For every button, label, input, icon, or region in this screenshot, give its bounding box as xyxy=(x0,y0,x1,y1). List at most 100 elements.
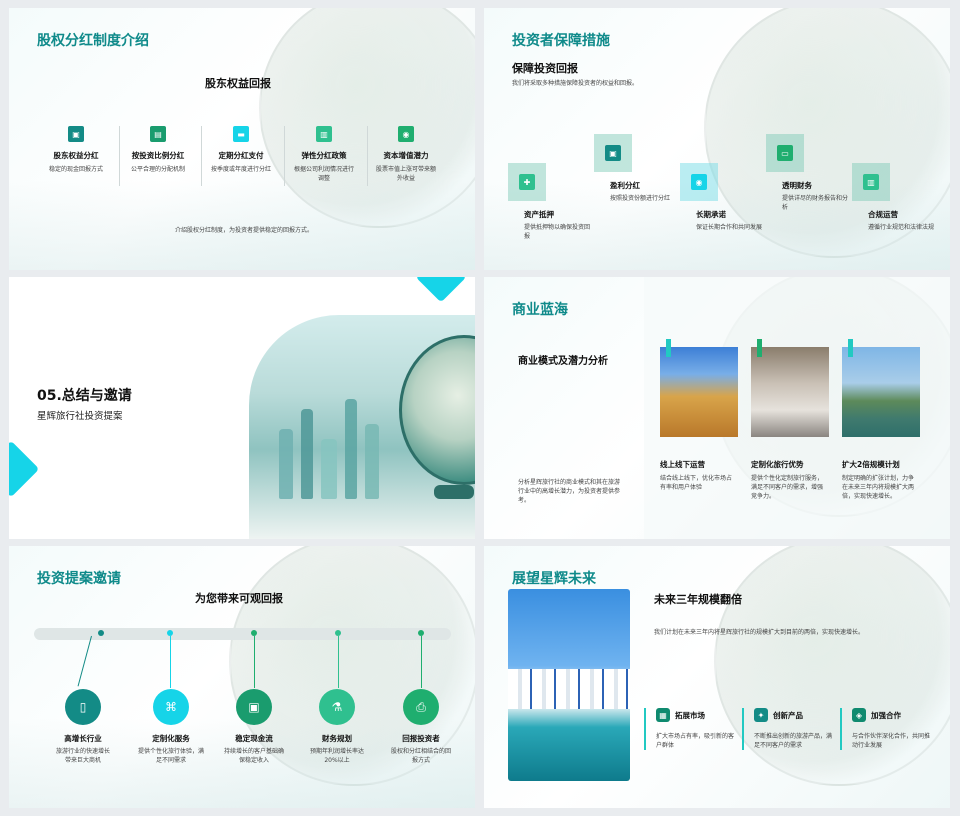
desert-photo xyxy=(660,347,738,437)
plan-item: ◈ 加强合作 与合作伙伴深化合作，共同推动行业发展 xyxy=(840,708,932,750)
slide-investor-protection[interactable]: 投资者保障措施 保障投资回报 我们将采取多种措施保障投资者的权益和回报。 ✚ 资… xyxy=(484,8,950,270)
bottle-shape xyxy=(345,399,357,499)
item-title: 弹性分红政策 xyxy=(301,151,347,160)
section-subtitle: 星辉旅行社投资提案 xyxy=(37,411,123,422)
accent-bar xyxy=(666,339,671,357)
item-desc: 遵循行业规范和法律法规 xyxy=(868,224,935,231)
card-tile: ✚ xyxy=(508,163,546,201)
item-title: 创新产品 xyxy=(773,710,803,720)
item-desc: 持续增长的客户基础确保稳定收入 xyxy=(223,748,284,764)
slide-future-outlook[interactable]: 展望星辉未来 未来三年规模翻倍 我们计划在未来三年内将星辉旅行社的规模扩大到目前… xyxy=(484,546,950,808)
item-desc: 提供抵押物以确保投资回报 xyxy=(524,224,591,240)
item-desc: 提供详尽的财务报告和分析 xyxy=(782,195,849,211)
item-title: 加强合作 xyxy=(871,710,901,720)
item-desc: 根据公司利润情况进行调整 xyxy=(293,166,354,182)
slide-title: 股权分红制度介绍 xyxy=(37,33,149,49)
slide-summary-section[interactable]: 05.总结与邀请 星辉旅行社投资提案 xyxy=(9,277,475,539)
slide-title: 商业蓝海 xyxy=(512,302,568,318)
item-desc: 扩大市场占有率，吸引新的客户群体 xyxy=(656,733,735,749)
slide-investment-invitation[interactable]: 投资提案邀请 为您带来可观回报 ▯ 高增长行业 旅游行业的快速增长带来巨大商机 … xyxy=(9,546,475,808)
dividend-item: ▬ 定期分红支付 按季度或年度进行分红 xyxy=(200,126,282,174)
item-title: 盈利分红 xyxy=(610,181,640,190)
card-icon: ▬ xyxy=(233,126,249,142)
protection-card: ◉ 长期承诺 保证长期合作和共同发展 xyxy=(680,163,768,232)
dividend-item: ▥ 弹性分红政策 根据公司利润情况进行调整 xyxy=(283,126,365,183)
slide-subtitle: 股东权益回报 xyxy=(205,77,271,90)
item-title: 透明财务 xyxy=(782,181,812,190)
item-desc: 按季度或年度进行分红 xyxy=(210,166,271,173)
wallet-icon: ▤ xyxy=(150,126,166,142)
item-title: 线上线下运营 xyxy=(660,460,705,469)
item-title: 合规运营 xyxy=(868,210,898,219)
slide-title: 展望星辉未来 xyxy=(512,571,596,587)
location-icon: ◉ xyxy=(398,126,414,142)
protection-card: ▭ 透明财务 提供详尽的财务报告和分析 xyxy=(766,134,854,212)
flask-icon: ⚗ xyxy=(319,689,355,725)
chart-icon: ▥ xyxy=(316,126,332,142)
dividend-item: ▤ 按投资比例分红 公平合理的分配机制 xyxy=(117,126,199,174)
item-title: 高增长行业 xyxy=(64,734,102,743)
protection-card: ✚ 资产抵押 提供抵押物以确保投资回报 xyxy=(508,163,596,241)
benefit-item: ▯ 高增长行业 旅游行业的快速增长带来巨大商机 xyxy=(47,689,119,765)
benefit-item: ⌘ 定制化服务 提供个性化旅行体验，满足不同需求 xyxy=(135,689,207,765)
teal-shape-top xyxy=(415,277,467,303)
item-desc: 与合作伙伴深化合作，共同推动行业发展 xyxy=(852,733,931,749)
item-title: 稳定现金流 xyxy=(235,734,273,743)
pagoda-photo xyxy=(842,347,920,437)
item-desc: 按照投资份额进行分红 xyxy=(610,195,671,202)
image-icon: ▣ xyxy=(68,126,84,142)
item-desc: 公平合理的分配机制 xyxy=(130,166,185,173)
slide-subtitle: 未来三年规模翻倍 xyxy=(654,593,742,606)
item-desc: 提供个性化旅行体验，满足不同需求 xyxy=(137,748,204,764)
item-desc: 保证长期合作和共同发展 xyxy=(696,224,763,231)
bulb-icon: ✦ xyxy=(754,708,768,722)
item-desc: 股票市值上涨可带来额外收益 xyxy=(375,166,436,182)
slide-dividend-policy[interactable]: 股权分红制度介绍 股东权益回报 ▣ 股东权益分红 稳定的现金回报方式 ▤ 按投资… xyxy=(9,8,475,270)
bottle-shape xyxy=(321,439,337,499)
dividend-item: ▣ 股东权益分红 稳定的现金回报方式 xyxy=(35,126,117,174)
model-card: 定制化旅行优势 提供个性化定制旅行服务，满足不同客户的需求，增强竞争力。 xyxy=(751,339,831,501)
location-icon: ◉ xyxy=(691,174,707,190)
benefit-item: ⚗ 财务规划 预期年利润增长率达20%以上 xyxy=(301,689,373,765)
slide-title: 投资提案邀请 xyxy=(37,571,121,587)
chart-icon: ▥ xyxy=(863,174,879,190)
teal-shape-left xyxy=(9,440,40,498)
picture-icon: ▣ xyxy=(236,689,272,725)
benefit-item: ▣ 稳定现金流 持续增长的客户基础确保稳定收入 xyxy=(218,689,290,765)
background-haze xyxy=(9,180,475,270)
timeline-connector xyxy=(421,636,422,688)
car-icon: ▭ xyxy=(777,145,793,161)
item-desc: 股权和分红相结合的回报方式 xyxy=(390,748,451,764)
dining-photo xyxy=(751,347,829,437)
item-desc: 预期年利润增长率达20%以上 xyxy=(309,748,364,764)
dividend-item: ◉ 资本增值潜力 股票市值上涨可带来额外收益 xyxy=(365,126,447,183)
accent-bar xyxy=(848,339,853,357)
item-title: 拓展市场 xyxy=(675,710,705,720)
item-desc: 制定明确的扩张计划，力争在未来三年内将规模扩大两倍，实现快速增长。 xyxy=(842,475,915,500)
item-title: 资本增值潜力 xyxy=(383,151,429,160)
item-title: 扩大2倍规模计划 xyxy=(842,460,900,469)
document-icon: ▯ xyxy=(65,689,101,725)
card-tile: ▥ xyxy=(852,163,890,201)
slide-business-blue-ocean[interactable]: 商业蓝海 商业模式及潜力分析 分析星辉旅行社的商业模式和其在旅游行业中的高增长潜… xyxy=(484,277,950,539)
image-icon: ▣ xyxy=(605,145,621,161)
bottle-shape xyxy=(365,424,379,499)
timeline-dot xyxy=(98,630,104,636)
timeline-connector xyxy=(338,636,339,688)
item-desc: 提供个性化定制旅行服务，满足不同客户的需求，增强竞争力。 xyxy=(751,475,824,500)
bottle-shape xyxy=(301,409,313,499)
item-desc: 旅游行业的快速增长带来巨大商机 xyxy=(55,748,110,764)
timeline-connector xyxy=(170,636,171,688)
timeline-connector xyxy=(254,636,255,688)
item-title: 股东权益分红 xyxy=(53,151,99,160)
globe-stand xyxy=(434,485,474,499)
slide-subtitle: 为您带来可观回报 xyxy=(195,592,283,605)
accent-bar xyxy=(757,339,762,357)
item-title: 定制化服务 xyxy=(152,734,190,743)
puzzle-icon: ✚ xyxy=(519,174,535,190)
handshake-icon: ◈ xyxy=(852,708,866,722)
slide-footer: 介绍股权分红制度，为投资者提供稳定的回报方式。 xyxy=(175,227,314,234)
item-title: 定期分红支付 xyxy=(218,151,264,160)
slide-intro: 我们计划在未来三年内将星辉旅行社的规模扩大到目前的两倍，实现快速增长。 xyxy=(654,629,865,636)
white-buildings xyxy=(508,669,630,709)
